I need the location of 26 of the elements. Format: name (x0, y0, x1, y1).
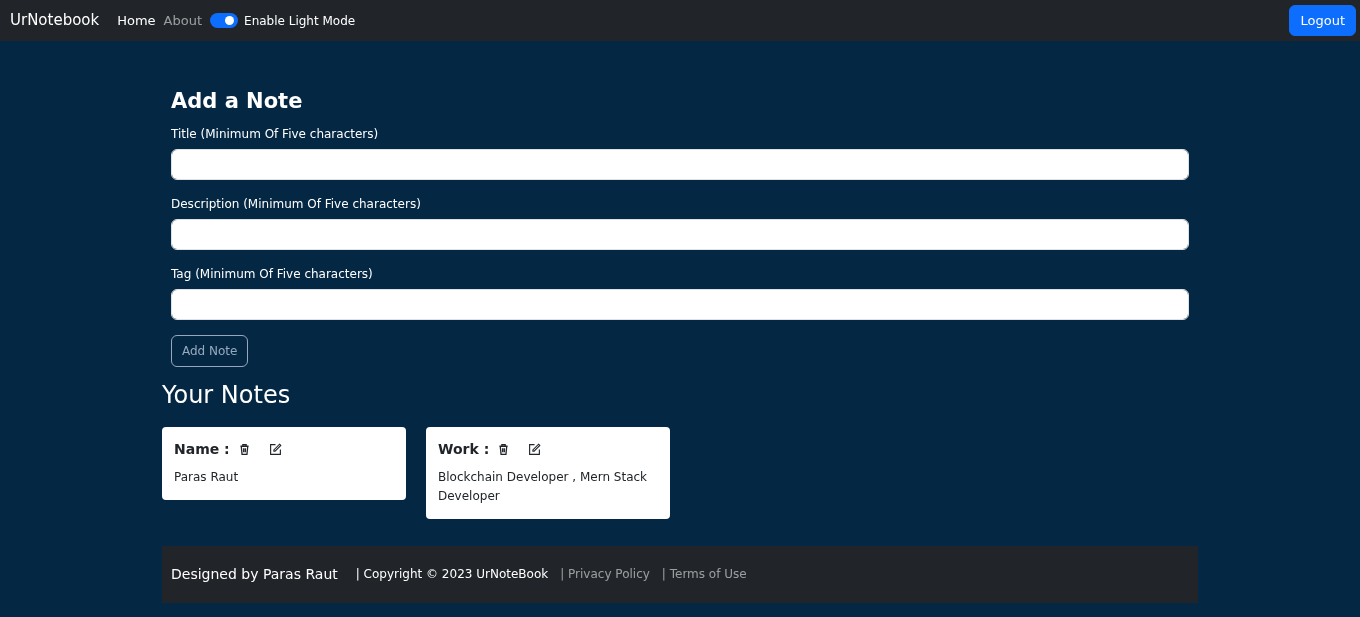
brand-link[interactable]: UrNotebook (10, 9, 100, 32)
section-heading: Add a Note (171, 89, 304, 115)
text-field[interactable] (171, 289, 1189, 321)
designer-credit: Designed by Paras Raut (171, 565, 338, 584)
footer-link[interactable]: | Terms of Use (661, 565, 747, 584)
note-description: Blockchain Developer , Mern Stack Developer (438, 469, 649, 505)
field-label: Description (Minimum Of Five characters) (171, 196, 422, 214)
edit-icon[interactable] (268, 443, 282, 456)
footer-link[interactable]: | Privacy Policy (560, 565, 650, 584)
field-label: Tag (Minimum Of Five characters) (171, 266, 374, 284)
trash-icon[interactable] (497, 443, 511, 456)
text-field[interactable] (171, 219, 1189, 251)
text-field[interactable] (171, 149, 1189, 181)
edit-icon[interactable] (528, 443, 542, 456)
note-title: Name : (174, 440, 230, 459)
nav-link[interactable]: Home (117, 10, 156, 31)
logout-button[interactable]: Logout (1289, 4, 1356, 37)
copyright-text: | Copyright © 2023 UrNoteBook (355, 566, 549, 584)
mode-toggle-label: Enable Light Mode (244, 12, 356, 30)
field-label: Title (Minimum Of Five characters) (171, 126, 380, 144)
mode-toggle-switch[interactable] (210, 13, 239, 28)
nav-link[interactable]: About (163, 10, 203, 31)
section-heading: Your Notes (162, 381, 292, 410)
note-title: Work : (438, 440, 490, 459)
trash-icon[interactable] (237, 443, 251, 456)
note-description: Paras Raut (174, 469, 240, 486)
